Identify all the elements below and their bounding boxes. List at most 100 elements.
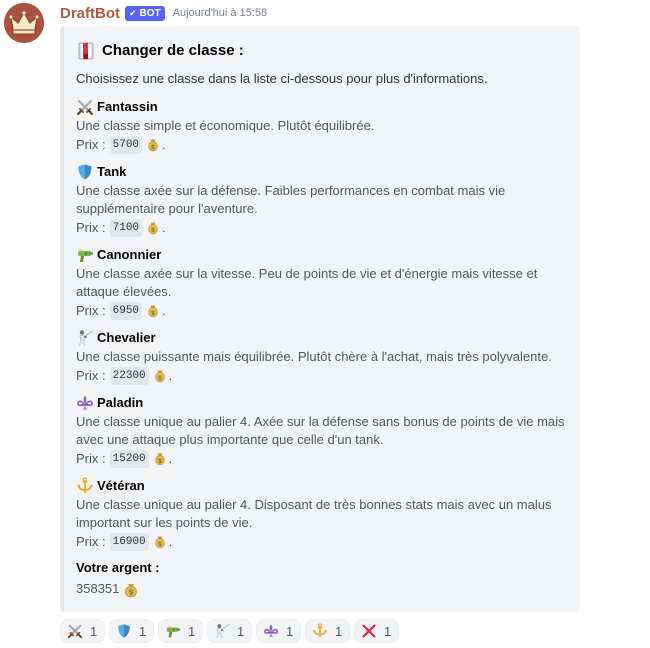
- avatar[interactable]: [4, 3, 44, 43]
- embed-title-text: Changer de classe :: [102, 42, 244, 59]
- class-name: Tank: [97, 164, 127, 179]
- class-description: Une classe simple et économique. Plutôt …: [76, 118, 375, 133]
- reaction-trident[interactable]: 1: [305, 619, 350, 643]
- money-label: Votre argent :: [76, 560, 160, 575]
- class-entry: Canonnier Une classe axée sur la vitesse.…: [76, 245, 568, 320]
- class-name-row: Fantassin: [76, 97, 568, 117]
- water-pistol-icon: [76, 246, 94, 264]
- price-suffix: .: [168, 533, 173, 549]
- class-name: Fantassin: [97, 99, 158, 114]
- price-value: 7100: [109, 218, 143, 237]
- price-value: 6950: [109, 301, 143, 320]
- class-name-row: Chevalier: [76, 328, 568, 348]
- class-price-row: Prix :22300 $.: [76, 366, 568, 385]
- price-suffix: .: [162, 302, 166, 318]
- price-value: 16900: [109, 532, 149, 551]
- cross-mark-icon: [361, 623, 377, 639]
- svg-text:$: $: [158, 375, 162, 382]
- money-bag-icon: $: [122, 580, 140, 598]
- class-entry: Chevalier Une classe puissante mais équil…: [76, 328, 568, 385]
- class-description: Une classe axée sur la défense. Faibles …: [76, 183, 506, 216]
- money-row: 358351 $: [76, 579, 568, 599]
- crossed-swords-icon: [76, 98, 94, 116]
- class-description: Une classe puissante mais équilibrée. Pl…: [76, 349, 552, 364]
- fencer-icon: [76, 329, 94, 347]
- class-entry: Paladin Une classe unique au palier 4. Ax…: [76, 393, 568, 468]
- price-label: Prix :: [76, 533, 106, 549]
- svg-text:$: $: [158, 541, 162, 548]
- price-label: Prix :: [76, 367, 106, 383]
- reaction-crossed-swords[interactable]: 1: [60, 619, 105, 643]
- coin-bag-icon: $: [146, 221, 160, 235]
- coin-bag-icon: $: [153, 369, 167, 383]
- price-value: 22300: [109, 366, 149, 385]
- reaction-fencer[interactable]: 1: [207, 619, 252, 643]
- money-value: 358351: [76, 581, 120, 596]
- embed-description: Choisissez une classe dans la liste ci-d…: [76, 71, 488, 86]
- shield-icon: [76, 163, 94, 181]
- reaction-count: 1: [384, 623, 392, 639]
- reaction-count: 1: [188, 623, 196, 639]
- timestamp[interactable]: Aujourd'hui à 15:58: [173, 7, 267, 19]
- reaction-count: 1: [237, 623, 245, 639]
- svg-text:$: $: [151, 144, 155, 151]
- crossed-swords-icon: [67, 623, 83, 639]
- class-description: Une classe unique au palier 4. Axée sur …: [76, 414, 565, 447]
- price-suffix: .: [168, 450, 173, 466]
- class-description: Une classe axée sur la vitesse. Peu de p…: [76, 266, 538, 299]
- class-name: Chevalier: [97, 330, 156, 345]
- reaction-cross-mark[interactable]: 1: [354, 619, 399, 643]
- bot-tag-label: BOT: [139, 7, 161, 19]
- class-name-row: Vétéran: [76, 476, 568, 496]
- class-price-row: Prix :15200 $.: [76, 449, 568, 468]
- class-entry: Fantassin Une classe simple et économique…: [76, 97, 568, 154]
- shield-icon: [116, 623, 132, 639]
- reaction-fleur-de-lis[interactable]: 1: [256, 619, 301, 643]
- coin-bag-icon: $: [146, 304, 160, 318]
- price-value: 5700: [109, 135, 143, 154]
- fleur-de-lis-icon: [76, 394, 94, 412]
- price-value: 15200: [109, 449, 149, 468]
- class-list: Fantassin Une classe simple et économique…: [76, 97, 568, 551]
- class-name-row: Tank: [76, 162, 568, 182]
- price-suffix: .: [162, 219, 166, 235]
- class-price-row: Prix :7100 $.: [76, 218, 568, 237]
- price-suffix: .: [162, 136, 166, 152]
- price-label: Prix :: [76, 136, 106, 152]
- svg-text:$: $: [151, 310, 155, 317]
- class-name: Paladin: [97, 395, 144, 410]
- class-price-row: Prix :6950 $.: [76, 301, 568, 320]
- book-icon: [76, 41, 96, 61]
- username[interactable]: DraftBot: [60, 5, 120, 22]
- reaction-bar: 1 1 1 1 1 1 1: [60, 619, 399, 643]
- embed-title: Changer de classe :: [76, 40, 568, 62]
- reaction-water-pistol[interactable]: 1: [158, 619, 203, 643]
- class-price-row: Prix :16900 $.: [76, 532, 568, 551]
- svg-text:$: $: [158, 458, 162, 465]
- checkmark-icon: ✔: [129, 7, 137, 18]
- class-name: Canonnier: [97, 247, 162, 262]
- water-pistol-icon: [165, 623, 181, 639]
- fencer-icon: [214, 623, 230, 639]
- coin-bag-icon: $: [153, 452, 167, 466]
- class-name-row: Paladin: [76, 393, 568, 413]
- reaction-shield[interactable]: 1: [109, 619, 154, 643]
- coin-bag-icon: $: [153, 535, 167, 549]
- svg-text:$: $: [129, 588, 135, 597]
- fleur-de-lis-icon: [263, 623, 279, 639]
- class-description: Une classe unique au palier 4. Disposant…: [76, 497, 552, 530]
- class-name: Vétéran: [97, 478, 145, 493]
- price-label: Prix :: [76, 219, 106, 235]
- reaction-count: 1: [139, 623, 147, 639]
- class-entry: Vétéran Une classe unique au palier 4. Di…: [76, 476, 568, 551]
- embed: Changer de classe : Choisissez une class…: [60, 26, 580, 612]
- reaction-count: 1: [286, 623, 294, 639]
- class-price-row: Prix :5700 $.: [76, 135, 568, 154]
- reaction-count: 1: [335, 623, 343, 639]
- message-header: DraftBot ✔ BOT Aujourd'hui à 15:58: [60, 3, 267, 23]
- price-label: Prix :: [76, 450, 106, 466]
- class-entry: Tank Une classe axée sur la défense. Faib…: [76, 162, 568, 237]
- price-suffix: .: [168, 367, 173, 383]
- trident-icon: [76, 477, 94, 495]
- trident-icon: [312, 623, 328, 639]
